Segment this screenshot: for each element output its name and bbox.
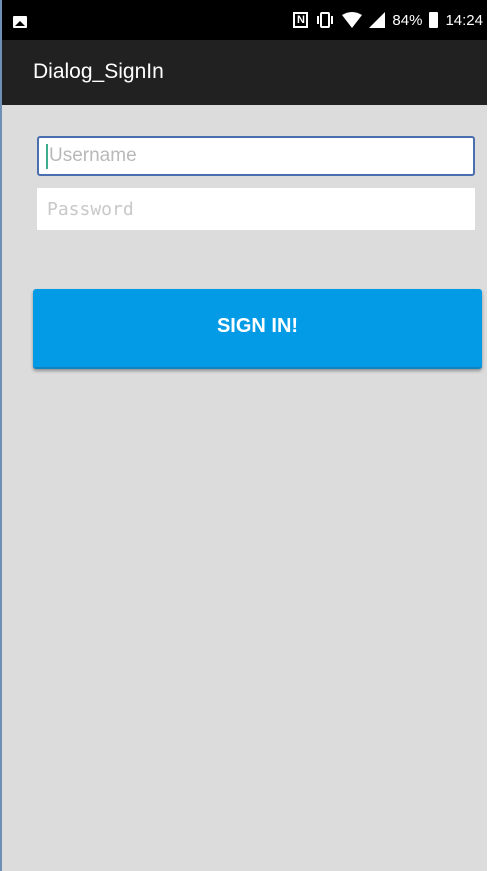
app-bar: Dialog_SignIn (2, 40, 487, 105)
signal-icon (369, 12, 386, 28)
nfc-icon: N (293, 12, 309, 28)
status-bar: N 84% 14:24 (2, 0, 487, 40)
battery-icon (429, 12, 439, 28)
battery-percent: 84% (392, 11, 423, 29)
password-input[interactable] (37, 188, 475, 230)
status-icons: N 84% 14:24 (293, 0, 483, 40)
wifi-icon (342, 12, 363, 28)
username-input[interactable] (37, 136, 475, 176)
image-icon (13, 16, 27, 28)
vibrate-icon (317, 12, 334, 28)
sign-in-button[interactable]: SIGN IN! (33, 289, 482, 369)
app-title: Dialog_SignIn (33, 60, 164, 83)
text-cursor (46, 144, 48, 169)
app-window: N 84% 14:24 Dialog_SignIn SIGN IN! (0, 0, 487, 871)
status-time: 14:24 (445, 11, 483, 29)
